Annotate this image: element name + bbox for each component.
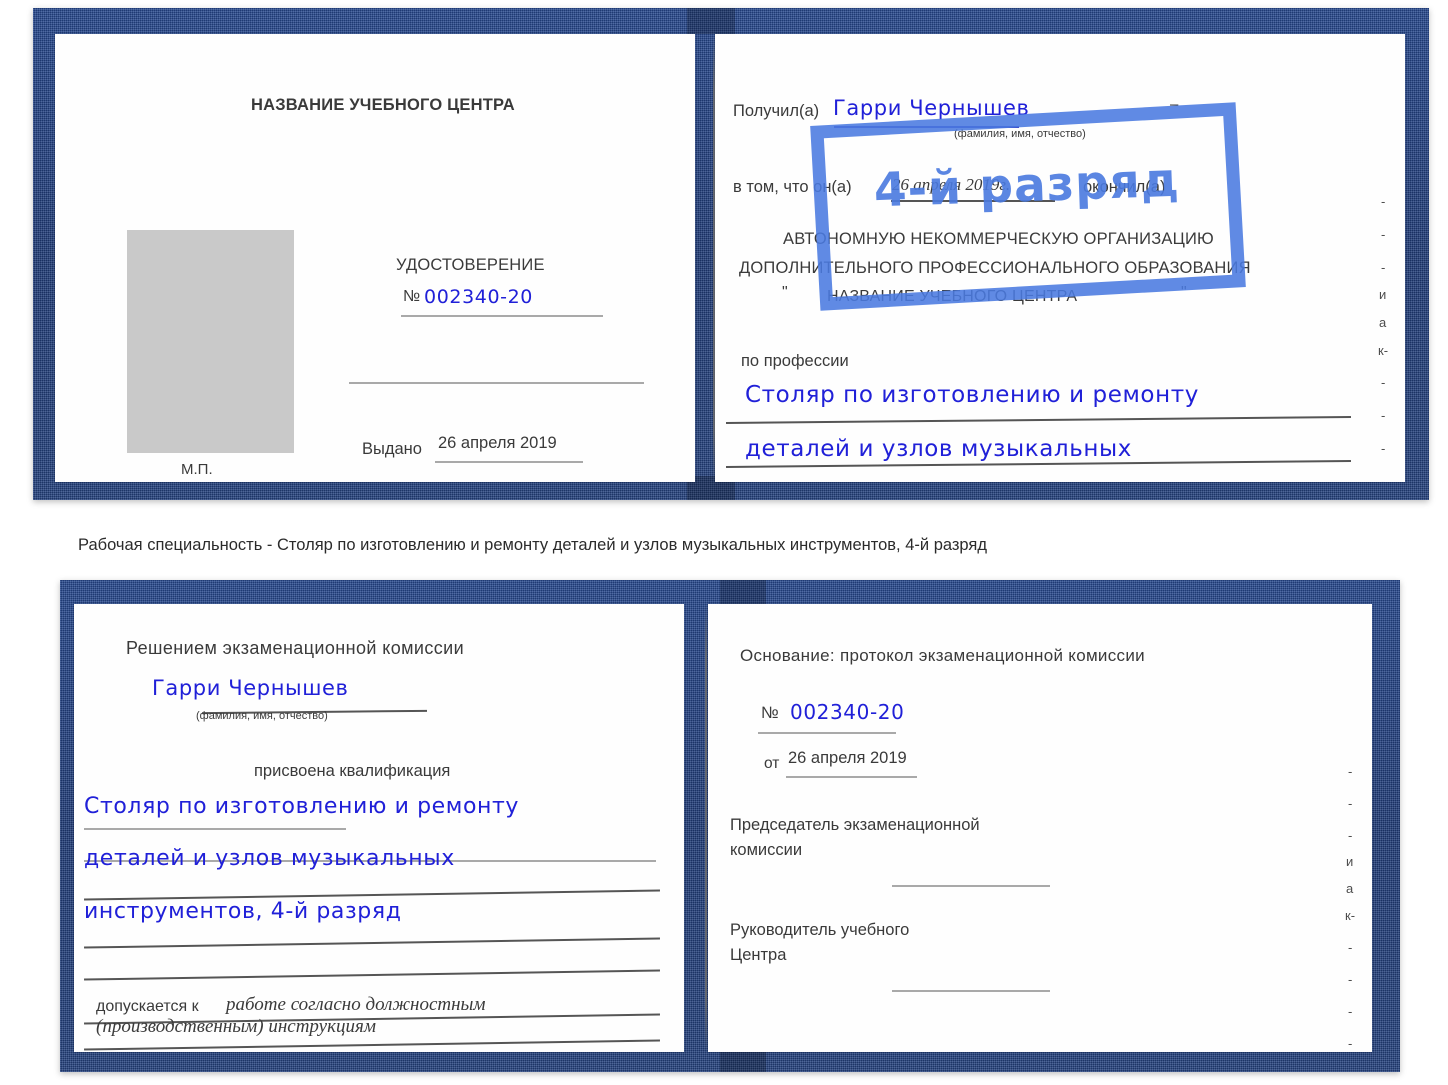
margin-mark-9: - bbox=[1381, 474, 1386, 482]
qualification-line2: деталей и узлов музыкальных bbox=[84, 846, 455, 871]
photo-placeholder bbox=[127, 230, 294, 453]
blank-rule bbox=[349, 382, 644, 384]
number-value: 002340-20 bbox=[424, 286, 533, 308]
b-margin-mark-1: - bbox=[1348, 796, 1353, 811]
org-quote-open: " bbox=[782, 284, 788, 301]
profession-line2: деталей и узлов музыкальных bbox=[745, 436, 1132, 462]
fio-hint-bottom: (фамилия, имя, отчество) bbox=[196, 710, 328, 722]
page-caption: Рабочая специальность - Столяр по изгото… bbox=[78, 536, 987, 554]
b-margin-mark-7: - bbox=[1348, 972, 1353, 987]
number-rule bbox=[401, 315, 603, 317]
margin-mark-2: - bbox=[1381, 260, 1386, 275]
admitted-label: допускается к bbox=[96, 998, 199, 1015]
number-label: № bbox=[403, 288, 421, 305]
margin-mark-7: - bbox=[1381, 408, 1386, 423]
head-sign-rule bbox=[892, 990, 1050, 992]
chairman-line1: Председатель экзаменационной bbox=[730, 816, 980, 834]
b-margin-mark-6: - bbox=[1348, 940, 1353, 955]
b-margin-mark-2: - bbox=[1348, 828, 1353, 843]
margin-mark-0: - bbox=[1381, 194, 1386, 209]
b-margin-mark-0: - bbox=[1348, 764, 1353, 779]
bottom-left-page: Решением экзаменационной комиссии Гарри … bbox=[74, 604, 684, 1052]
basis-label: Основание: протокол экзаменационной коми… bbox=[740, 646, 1145, 665]
bottom-number-value: 002340-20 bbox=[790, 700, 905, 724]
profession-rule1 bbox=[726, 416, 1351, 424]
issued-rule bbox=[435, 461, 583, 463]
issued-value: 26 апреля 2019 bbox=[438, 434, 557, 452]
profession-line1: Столяр по изготовлению и ремонту bbox=[745, 382, 1199, 408]
b-margin-mark-3: и bbox=[1346, 854, 1354, 869]
admitted-rule-2 bbox=[84, 1039, 660, 1051]
q-rule-4 bbox=[84, 937, 660, 949]
rank-stamp: 4-й разряд bbox=[810, 102, 1246, 311]
chairman-sign-rule bbox=[892, 885, 1050, 887]
spine-notch-bottom-bottom bbox=[720, 1050, 766, 1072]
bottom-date-label: от bbox=[764, 755, 780, 772]
org-title-left: НАЗВАНИЕ УЧЕБНОГО ЦЕНТРА bbox=[251, 96, 515, 114]
qualification-line3: инструментов, 4-й разряд bbox=[84, 899, 402, 924]
bottom-number-label: № bbox=[761, 704, 779, 722]
margin-mark-6: - bbox=[1381, 375, 1386, 390]
head-line2: Центра bbox=[730, 946, 787, 964]
received-label: Получил(а) bbox=[733, 102, 820, 120]
seal-label: М.П. bbox=[181, 461, 213, 478]
certificate-bottom: Решением экзаменационной комиссии Гарри … bbox=[60, 580, 1400, 1072]
bottom-number-rule bbox=[758, 732, 896, 734]
bottom-date-value: 26 апреля 2019 bbox=[788, 749, 907, 767]
head-line1: Руководитель учебного bbox=[730, 921, 910, 939]
center-fold-bottom bbox=[705, 604, 707, 1052]
spine-notch-bottom-top bbox=[720, 580, 766, 604]
top-left-page: НАЗВАНИЕ УЧЕБНОГО ЦЕНТРА М.П. УДОСТОВЕРЕ… bbox=[55, 34, 695, 482]
bottom-name-value: Гарри Чернышев bbox=[152, 676, 349, 700]
spine-notch-top bbox=[687, 8, 735, 34]
b-margin-mark-5: к- bbox=[1345, 908, 1356, 923]
b-margin-mark-9: - bbox=[1348, 1036, 1353, 1051]
qualification-line1: Столяр по изготовлению и ремонту bbox=[84, 794, 520, 819]
margin-mark-4: а bbox=[1379, 315, 1387, 330]
issued-label: Выдано bbox=[362, 440, 422, 458]
qualification-label: присвоена квалификация bbox=[254, 762, 451, 780]
b-margin-mark-8: - bbox=[1348, 1004, 1353, 1019]
certificate-top: НАЗВАНИЕ УЧЕБНОГО ЦЕНТРА М.П. УДОСТОВЕРЕ… bbox=[33, 8, 1429, 500]
margin-mark-3: и bbox=[1379, 287, 1387, 302]
bottom-right-page: Основание: протокол экзаменационной коми… bbox=[708, 604, 1372, 1052]
q-rule-1 bbox=[84, 828, 346, 830]
margin-mark-1: - bbox=[1381, 227, 1386, 242]
margin-mark-5: к- bbox=[1378, 343, 1389, 358]
profession-label: по профессии bbox=[741, 352, 849, 370]
q-rule-5 bbox=[84, 969, 660, 981]
margin-mark-8: - bbox=[1381, 441, 1386, 456]
admitted-value1: работе согласно должностным bbox=[226, 994, 486, 1015]
chairman-line2: комиссии bbox=[730, 841, 803, 859]
admitted-value2: (производственным) инструкциям bbox=[96, 1016, 376, 1037]
doc-type-label: УДОСТОВЕРЕНИЕ bbox=[396, 256, 545, 274]
bottom-date-rule bbox=[786, 776, 917, 778]
decision-heading: Решением экзаменационной комиссии bbox=[126, 638, 465, 658]
b-margin-mark-4: а bbox=[1346, 881, 1354, 896]
